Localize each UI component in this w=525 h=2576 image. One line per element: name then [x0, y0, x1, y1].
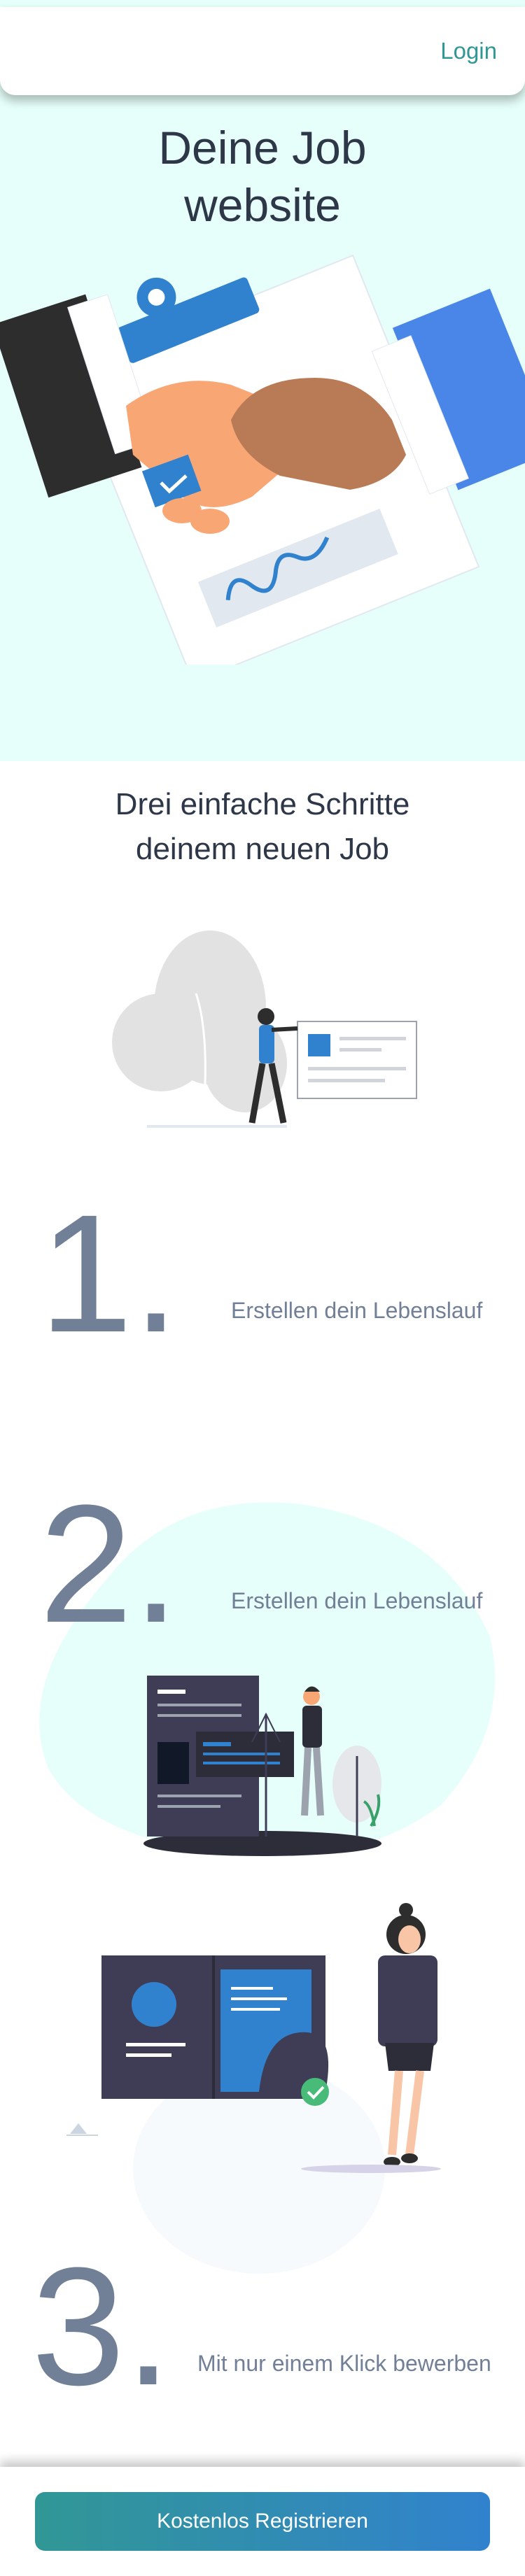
hero-title: Deine Job website: [158, 122, 367, 231]
steps-title: Drei einfache Schritte deinem neuen Job: [115, 787, 410, 866]
cv-board-illustration: [144, 1676, 382, 1856]
step-1-label: Erstellen dein Lebenslauf: [231, 1298, 483, 1323]
step-3-number: 3.: [31, 2232, 172, 2420]
header: Login: [0, 7, 525, 95]
step-1-number: 1.: [39, 1180, 180, 1367]
resume-illustration: [112, 930, 417, 1128]
hero-section: Deine Job website: [0, 0, 525, 761]
apply-illustration: [66, 1903, 441, 2274]
step-3-label: Mit nur einem Klick bewerben: [197, 2351, 491, 2376]
step-2-number: 2.: [39, 1470, 180, 1657]
handshake-illustration: [0, 254, 525, 665]
login-link[interactable]: Login: [440, 38, 497, 64]
register-button[interactable]: Kostenlos Registrieren: [35, 2492, 490, 2551]
cta-bar: Kostenlos Registrieren: [0, 2467, 525, 2576]
step-2-label: Erstellen dein Lebenslauf: [231, 1588, 483, 1613]
